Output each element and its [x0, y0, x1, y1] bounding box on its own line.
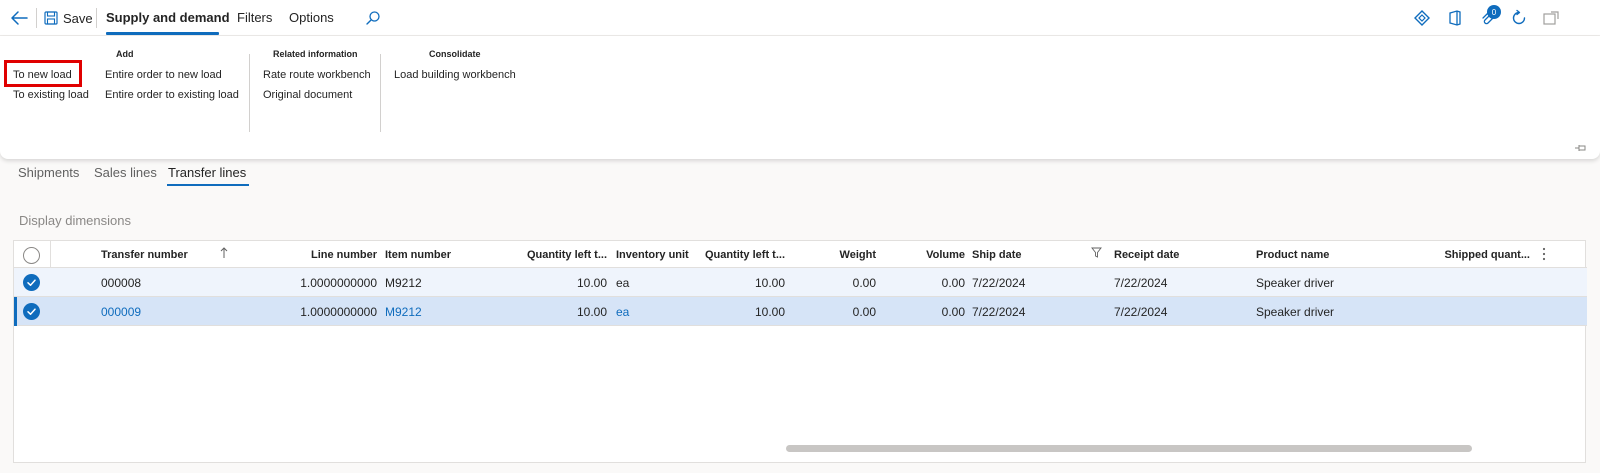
row-checkbox[interactable] [23, 303, 40, 320]
save-icon [44, 11, 58, 25]
column-header-volume[interactable]: Volume [894, 249, 965, 261]
cell-inventory-unit[interactable]: ea [616, 305, 629, 319]
filter-icon[interactable] [1091, 247, 1102, 258]
open-in-new-window-icon[interactable] [1542, 9, 1560, 27]
command-bar: Save Supply and demand Filters Options 0 [0, 0, 1600, 36]
ribbon-group-title-related-information: Related information [273, 49, 358, 59]
cell-quantity-left-2: 10.00 [754, 276, 785, 290]
table-row[interactable]: 000008 1.0000000000 M9212 10.00 ea 10.00… [14, 268, 1587, 297]
cell-item-number[interactable]: M9212 [385, 305, 422, 319]
table-row[interactable]: 000009 1.0000000000 M9212 10.00 ea 10.00… [14, 297, 1587, 326]
cell-ship-date: 7/22/2024 [972, 276, 1026, 290]
column-header-item-number[interactable]: Item number [385, 249, 451, 261]
toolbar-divider [36, 8, 37, 28]
load-building-workbench-button[interactable]: Load building workbench [394, 69, 516, 81]
cell-inventory-unit[interactable]: ea [616, 276, 629, 290]
cell-line-number: 1.0000000000 [300, 276, 377, 290]
cell-volume: 0.00 [941, 276, 965, 290]
active-subtab-indicator [167, 184, 249, 186]
cell-receipt-date: 7/22/2024 [1114, 276, 1168, 290]
active-row-marker [14, 297, 17, 326]
tab-sales-lines[interactable]: Sales lines [94, 165, 157, 180]
column-header-inventory-unit[interactable]: Inventory unit [616, 249, 689, 261]
tab-transfer-lines[interactable]: Transfer lines [168, 165, 246, 180]
refresh-icon[interactable] [1510, 9, 1528, 27]
checkmark-icon [27, 279, 36, 286]
cell-weight: 0.00 [852, 276, 876, 290]
highlight-box [4, 60, 82, 87]
column-header-shipped-quantity[interactable]: Shipped quant... [1424, 249, 1530, 261]
pin-icon[interactable] [1574, 143, 1588, 153]
cell-item-number[interactable]: M9212 [385, 276, 422, 290]
horizontal-scrollbar[interactable] [786, 445, 1472, 452]
cell-volume: 0.00 [941, 305, 965, 319]
ribbon-group-divider [380, 54, 381, 132]
cell-receipt-date: 7/22/2024 [1114, 305, 1168, 319]
cell-transfer-number[interactable]: 000008 [101, 276, 141, 290]
ribbon-group-divider [249, 54, 250, 132]
cell-product-name: Speaker driver [1256, 276, 1335, 290]
column-header-weight[interactable]: Weight [804, 249, 876, 261]
rate-route-workbench-button[interactable]: Rate route workbench [263, 69, 371, 81]
search-icon[interactable] [365, 10, 381, 26]
transfer-lines-grid: Transfer number Line number Item number … [13, 240, 1587, 463]
column-header-transfer-number[interactable]: Transfer number [101, 249, 188, 261]
ribbon-group-title-add: Add [116, 49, 134, 59]
entire-order-to-new-load-button[interactable]: Entire order to new load [105, 69, 222, 81]
cell-quantity-left-1: 10.00 [576, 276, 607, 290]
cell-line-number: 1.0000000000 [300, 305, 377, 319]
column-header-line-number[interactable]: Line number [287, 249, 377, 261]
tab-supply-and-demand[interactable]: Supply and demand [106, 10, 230, 25]
grid-header: Transfer number Line number Item number … [14, 241, 1587, 268]
original-document-button[interactable]: Original document [263, 89, 352, 101]
notification-badge: 0 [1487, 5, 1501, 19]
ribbon-group-title-consolidate: Consolidate [429, 49, 481, 59]
back-arrow-icon[interactable] [8, 8, 30, 28]
active-tab-indicator [106, 32, 219, 35]
toolbar-divider [96, 8, 97, 28]
action-pane-ribbon: To new load To existing load Add Entire … [0, 36, 1600, 159]
more-options-icon[interactable] [1541, 247, 1547, 261]
select-all-checkbox[interactable] [23, 247, 40, 264]
cell-quantity-left-2: 10.00 [754, 305, 785, 319]
cell-product-name: Speaker driver [1256, 305, 1335, 319]
column-header-product-name[interactable]: Product name [1256, 249, 1329, 261]
tab-options[interactable]: Options [289, 10, 334, 25]
column-header-receipt-date[interactable]: Receipt date [1114, 249, 1179, 261]
column-header-quantity-left-1[interactable]: Quantity left t... [498, 249, 607, 261]
to-existing-load-button[interactable]: To existing load [13, 89, 89, 101]
display-dimensions-button[interactable]: Display dimensions [19, 213, 131, 228]
tab-filters[interactable]: Filters [237, 10, 272, 25]
power-apps-icon[interactable] [1413, 9, 1431, 27]
office-icon[interactable] [1446, 9, 1464, 27]
column-header-ship-date[interactable]: Ship date [972, 249, 1022, 261]
row-checkbox[interactable] [23, 274, 40, 291]
cell-transfer-number[interactable]: 000009 [101, 305, 141, 319]
column-header-quantity-left-2[interactable]: Quantity left t... [686, 249, 785, 261]
save-label: Save [63, 10, 93, 26]
save-button[interactable]: Save [44, 9, 93, 27]
tab-shipments[interactable]: Shipments [18, 165, 79, 180]
sort-ascending-icon [220, 247, 228, 258]
cell-weight: 0.00 [852, 305, 876, 319]
cell-ship-date: 7/22/2024 [972, 305, 1026, 319]
cell-quantity-left-1: 10.00 [576, 305, 607, 319]
entire-order-to-existing-load-button[interactable]: Entire order to existing load [105, 89, 239, 101]
checkmark-icon [27, 308, 36, 315]
